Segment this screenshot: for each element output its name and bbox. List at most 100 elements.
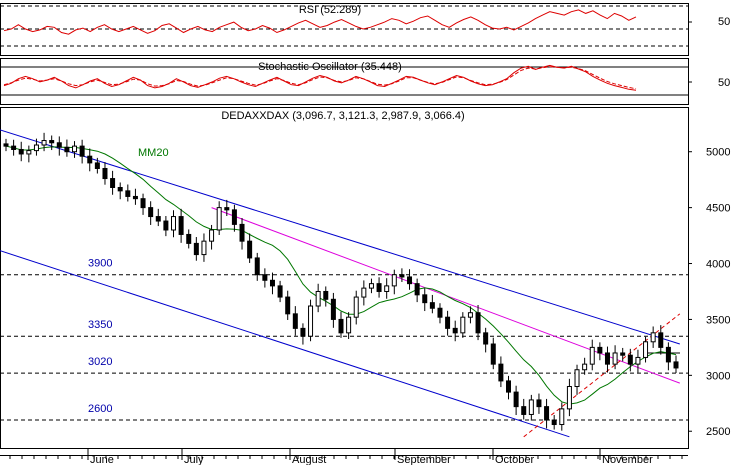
ma-label: MM20 — [138, 147, 169, 159]
candle-body — [414, 283, 420, 296]
candle-body — [604, 352, 610, 365]
upper-channel-line — [0, 129, 680, 345]
candle-body — [56, 142, 62, 148]
candle-body — [391, 274, 397, 287]
rsi-title: RSI (52.289) — [299, 4, 361, 16]
candle-body — [155, 216, 161, 222]
candle-body — [330, 298, 336, 320]
candle-body — [574, 369, 580, 388]
candle-body — [361, 287, 367, 298]
candle-body — [582, 363, 588, 371]
candle-body — [79, 145, 85, 157]
candle-body — [18, 148, 24, 155]
candle-body — [536, 399, 542, 408]
candle-body — [635, 356, 641, 365]
candle-body — [422, 294, 428, 304]
x-axis: June July August September October November — [9, 448, 683, 466]
candle-body — [64, 146, 70, 153]
candle-body — [346, 316, 352, 334]
candle-body — [41, 140, 47, 146]
candle-body — [498, 363, 504, 382]
y-tick-label: 3500 — [706, 314, 730, 326]
candle-body — [231, 209, 237, 225]
month-label-october: October — [495, 454, 534, 465]
candle-body — [201, 240, 207, 256]
candle-body — [544, 406, 550, 421]
candle-body — [300, 327, 306, 337]
level-label-2600: 2600 — [88, 403, 112, 415]
candle-body — [254, 257, 260, 276]
candle-body — [269, 279, 275, 287]
candle-body — [49, 140, 55, 144]
candle-body — [102, 167, 108, 180]
candle-body — [94, 162, 100, 169]
candle-body — [384, 285, 390, 292]
candle-body — [163, 220, 169, 231]
y-tick-label: 3000 — [706, 370, 730, 382]
candle-body — [285, 296, 291, 315]
y-tick-label: 2500 — [706, 426, 730, 438]
candle-body — [323, 290, 329, 300]
candle-body — [437, 307, 443, 318]
candle-body — [627, 354, 633, 365]
rsi-panel: RSI (52.289) 50 — [0, 4, 730, 47]
candle-body — [467, 312, 473, 318]
candle-body — [452, 327, 458, 334]
candle-body — [483, 332, 489, 345]
stock-chart: RSI (52.289) 50 Stochastic Oscillator (35… — [0, 3, 730, 466]
candle-body — [429, 302, 435, 309]
candle-body — [171, 216, 176, 231]
panel-frame — [0, 107, 689, 449]
y-tick-label: 5000 — [706, 147, 730, 159]
candle-body — [589, 346, 595, 365]
candle-body — [559, 408, 565, 426]
candle-body — [338, 318, 344, 334]
candle-body — [658, 332, 664, 348]
candle-body — [643, 341, 649, 358]
y-tick-label: 4000 — [706, 259, 730, 271]
candle-body — [224, 207, 230, 211]
candle-body — [140, 198, 146, 209]
candle-body — [308, 305, 314, 337]
candle-body — [87, 155, 93, 164]
month-label-september: September — [397, 454, 451, 465]
stochastic-title: Stochastic Oscillator (35.448) — [258, 61, 402, 73]
candle-body — [216, 207, 222, 231]
candle-body — [132, 195, 138, 200]
candle-body — [475, 312, 481, 334]
candle-body — [315, 290, 321, 307]
candle-body — [110, 178, 116, 188]
candle-body — [353, 296, 359, 318]
candle-body — [460, 316, 466, 334]
stochastic-panel: Stochastic Oscillator (35.448) 50 — [0, 61, 730, 96]
stoch-tick-50: 50 — [718, 77, 730, 89]
candle-body — [528, 399, 534, 415]
candle-body — [376, 283, 382, 292]
price-title: DEDAXXDAX (3,096.7, 3,121.3, 2,987.9, 3,… — [221, 110, 464, 122]
candle-body — [117, 186, 123, 192]
candle-body — [368, 283, 374, 289]
candle-body — [566, 386, 572, 410]
candle-body — [239, 223, 245, 242]
rsi-tick-50: 50 — [718, 16, 730, 28]
month-label-july: July — [184, 454, 204, 465]
candle-body — [407, 276, 413, 285]
candle-body — [247, 240, 253, 259]
candle-body — [665, 346, 671, 363]
level-label-3900: 3900 — [88, 258, 112, 270]
candle-body — [597, 346, 603, 354]
candle-body — [193, 242, 199, 256]
candle-body — [445, 316, 451, 329]
candle-body — [277, 285, 283, 298]
candle-body — [399, 274, 405, 278]
candle-body — [3, 143, 9, 147]
candle-body — [33, 144, 39, 152]
candle-body — [551, 419, 557, 426]
candle-body — [620, 352, 626, 356]
candle-body — [72, 145, 78, 153]
candle-body — [148, 207, 154, 218]
candle-body — [650, 332, 656, 343]
candle-body — [178, 216, 184, 235]
level-label-3350: 3350 — [88, 319, 112, 331]
candle-body — [292, 313, 298, 329]
